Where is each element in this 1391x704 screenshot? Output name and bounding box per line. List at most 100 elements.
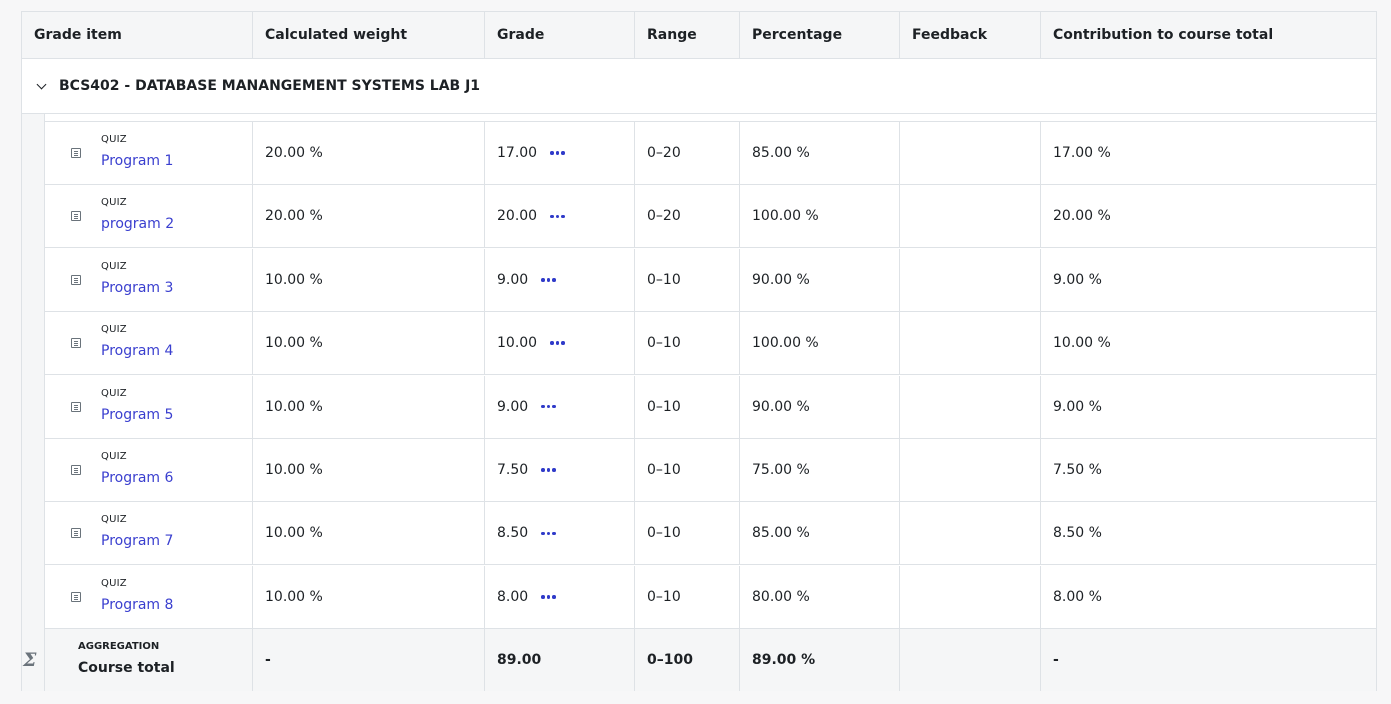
item-name-cell: QUIZ Program 4 bbox=[45, 312, 252, 374]
item-weight: 20.00 % bbox=[265, 145, 323, 161]
header-contribution: Contribution to course total bbox=[1040, 12, 1376, 58]
quiz-icon bbox=[71, 338, 81, 349]
item-link[interactable]: program 2 bbox=[101, 216, 174, 232]
item-percentage: 75.00 % bbox=[752, 462, 810, 478]
table-row: QUIZ Program 1 20.00 % 17.00 0–20 85.00 % 17.0… bbox=[45, 122, 1376, 185]
item-type-label: QUIZ bbox=[101, 577, 127, 589]
total-grade: 89.00 bbox=[484, 629, 634, 691]
item-percentage-cell: 90.00 % bbox=[739, 375, 899, 438]
item-grade-cell: 8.00 bbox=[484, 565, 634, 628]
item-type-label: QUIZ bbox=[101, 134, 127, 145]
item-weight: 10.00 % bbox=[265, 271, 323, 288]
table-header: Grade item Calculated weight Grade Range… bbox=[22, 12, 1376, 59]
more-actions-icon[interactable] bbox=[541, 531, 556, 536]
table-row: QUIZ program 2 20.00 % 20.00 0–20 100.00 % 20.… bbox=[45, 185, 1376, 249]
item-weight-cell: 10.00 % bbox=[252, 502, 484, 565]
more-actions-icon[interactable] bbox=[541, 595, 556, 599]
item-percentage-cell: 85.00 % bbox=[739, 502, 899, 565]
table-row: QUIZ Program 6 10.00 % 7.50 0–10 75.00 % 7.50 … bbox=[45, 439, 1376, 502]
item-weight-cell: 20.00 % bbox=[252, 185, 484, 248]
quiz-icon bbox=[71, 211, 81, 222]
item-weight: 10.00 % bbox=[265, 462, 323, 478]
item-grade-cell: 9.00 bbox=[484, 375, 634, 438]
item-percentage-cell: 100.00 % bbox=[739, 312, 899, 375]
item-name-cell: QUIZ Program 8 bbox=[45, 566, 252, 628]
item-feedback-cell bbox=[899, 502, 1040, 565]
item-grade: 8.50 bbox=[497, 525, 529, 542]
header-feedback: Feedback bbox=[899, 12, 1040, 58]
item-percentage: 90.00 % bbox=[752, 271, 810, 288]
item-contribution: 8.00 % bbox=[1053, 588, 1102, 605]
table-row: QUIZ Program 8 10.00 % 8.00 0–10 80.00 % 8.00 … bbox=[45, 565, 1376, 629]
item-grade: 17.00 bbox=[497, 145, 538, 161]
item-feedback-cell bbox=[899, 248, 1040, 311]
grade-report-container: Grade item Calculated weight Grade Range… bbox=[10, 0, 1381, 704]
quiz-icon bbox=[71, 274, 81, 285]
item-range: 0–20 bbox=[647, 145, 681, 161]
total-weight: - bbox=[252, 629, 484, 691]
more-actions-icon[interactable] bbox=[541, 468, 556, 472]
item-range: 0–10 bbox=[647, 525, 681, 542]
table-row: QUIZ Program 4 10.00 % 10.00 0–10 100.00 % 10.… bbox=[45, 312, 1376, 376]
more-actions-icon[interactable] bbox=[541, 404, 556, 409]
item-type-label: QUIZ bbox=[101, 324, 127, 336]
item-grade: 9.00 bbox=[497, 398, 529, 415]
item-feedback-cell bbox=[899, 375, 1040, 438]
item-range-cell: 0–10 bbox=[634, 312, 739, 375]
chevron-down-icon[interactable] bbox=[36, 79, 47, 89]
item-contribution: 17.00 % bbox=[1053, 145, 1111, 161]
item-type-label: QUIZ bbox=[101, 451, 127, 462]
item-percentage-cell: 90.00 % bbox=[739, 248, 899, 311]
item-weight: 10.00 % bbox=[265, 525, 323, 542]
item-contribution-cell: 8.00 % bbox=[1040, 565, 1376, 628]
item-name-cell: QUIZ Program 6 bbox=[45, 439, 252, 501]
total-range: 0–100 bbox=[634, 629, 739, 691]
item-contribution-cell: 9.00 % bbox=[1040, 375, 1376, 438]
item-name-cell: QUIZ Program 1 bbox=[45, 122, 252, 184]
more-actions-icon[interactable] bbox=[550, 214, 565, 219]
item-link[interactable]: Program 3 bbox=[101, 280, 173, 296]
item-grade-cell: 17.00 bbox=[484, 122, 634, 184]
item-contribution-cell: 20.00 % bbox=[1040, 185, 1376, 248]
item-contribution-cell: 7.50 % bbox=[1040, 439, 1376, 501]
item-grade-cell: 8.50 bbox=[484, 502, 634, 565]
item-link[interactable]: Program 5 bbox=[101, 407, 173, 423]
item-name-cell: QUIZ program 2 bbox=[45, 185, 252, 247]
item-link[interactable]: Program 7 bbox=[101, 533, 173, 549]
item-weight-cell: 20.00 % bbox=[252, 122, 484, 184]
item-type-label: QUIZ bbox=[101, 260, 127, 272]
item-range: 0–10 bbox=[647, 335, 681, 352]
item-link[interactable]: Program 8 bbox=[101, 597, 173, 613]
header-grade-item: Grade item bbox=[34, 27, 122, 43]
item-grade-cell: 10.00 bbox=[484, 312, 634, 375]
item-range: 0–20 bbox=[647, 208, 681, 225]
category-row: BCS402 - DATABASE MANANGEMENT SYSTEMS LA… bbox=[22, 59, 1376, 114]
item-contribution: 8.50 % bbox=[1053, 525, 1102, 542]
item-weight-cell: 10.00 % bbox=[252, 565, 484, 628]
more-actions-icon[interactable] bbox=[550, 341, 565, 345]
more-actions-icon[interactable] bbox=[541, 278, 556, 282]
item-weight: 20.00 % bbox=[265, 208, 323, 225]
more-actions-icon[interactable] bbox=[550, 151, 565, 155]
item-percentage: 90.00 % bbox=[752, 398, 810, 415]
item-weight-cell: 10.00 % bbox=[252, 312, 484, 375]
item-link[interactable]: Program 1 bbox=[101, 153, 173, 169]
item-type-label: QUIZ bbox=[101, 197, 127, 209]
item-range: 0–10 bbox=[647, 271, 681, 288]
item-percentage: 85.00 % bbox=[752, 145, 810, 161]
quiz-icon bbox=[71, 401, 81, 412]
total-contribution: - bbox=[1040, 629, 1376, 691]
item-contribution-cell: 8.50 % bbox=[1040, 502, 1376, 565]
item-name-cell: QUIZ Program 5 bbox=[45, 376, 252, 438]
header-grade: Grade bbox=[484, 12, 634, 58]
item-link[interactable]: Program 6 bbox=[101, 470, 173, 486]
category-indent-bar bbox=[22, 114, 45, 691]
header-range: Range bbox=[634, 12, 739, 58]
item-link[interactable]: Program 4 bbox=[101, 343, 173, 359]
category-spacer bbox=[45, 114, 1376, 122]
item-type-label: QUIZ bbox=[101, 387, 127, 399]
item-weight: 10.00 % bbox=[265, 398, 323, 415]
item-contribution: 7.50 % bbox=[1053, 462, 1102, 478]
item-contribution: 10.00 % bbox=[1053, 335, 1111, 352]
item-grade: 20.00 bbox=[497, 208, 538, 225]
